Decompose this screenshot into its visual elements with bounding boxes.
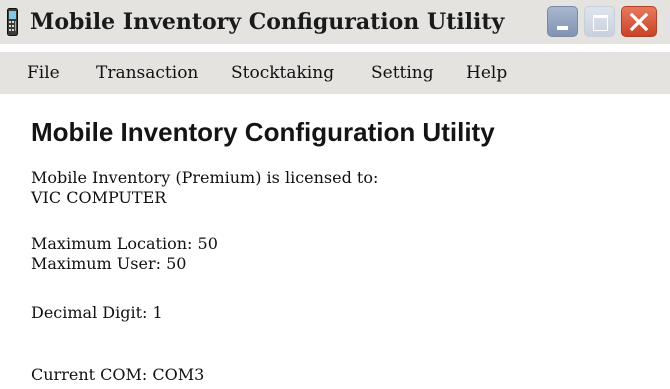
maximize-button[interactable] — [584, 6, 615, 37]
decimal-digit-text: Decimal Digit: 1 — [31, 303, 163, 322]
menu-bar: File Transaction Stocktaking Setting Hel… — [0, 52, 670, 94]
license-text: Mobile Inventory (Premium) is licensed t… — [31, 168, 379, 187]
mobile-device-icon — [7, 8, 18, 36]
menu-transaction[interactable]: Transaction — [96, 52, 198, 94]
menu-help[interactable]: Help — [466, 52, 507, 94]
page-title: Mobile Inventory Configuration Utility — [31, 117, 495, 147]
minimize-button[interactable] — [547, 6, 578, 37]
title-bar[interactable]: Mobile Inventory Configuration Utility — [0, 0, 670, 44]
close-icon — [629, 12, 649, 32]
main-content: Mobile Inventory Configuration Utility M… — [0, 94, 670, 389]
close-button[interactable] — [621, 6, 657, 37]
max-user-text: Maximum User: 50 — [31, 254, 187, 273]
menu-stocktaking[interactable]: Stocktaking — [231, 52, 334, 94]
app-window: Mobile Inventory Configuration Utility F… — [0, 0, 670, 389]
menu-setting[interactable]: Setting — [371, 52, 434, 94]
maximize-icon — [593, 15, 608, 31]
window-title: Mobile Inventory Configuration Utility — [30, 9, 505, 35]
licensee-name: VIC COMPUTER — [31, 188, 167, 207]
menu-file[interactable]: File — [27, 52, 60, 94]
current-com-text: Current COM: COM3 — [31, 365, 205, 384]
max-location-text: Maximum Location: 50 — [31, 234, 218, 253]
minimize-icon — [557, 26, 568, 30]
